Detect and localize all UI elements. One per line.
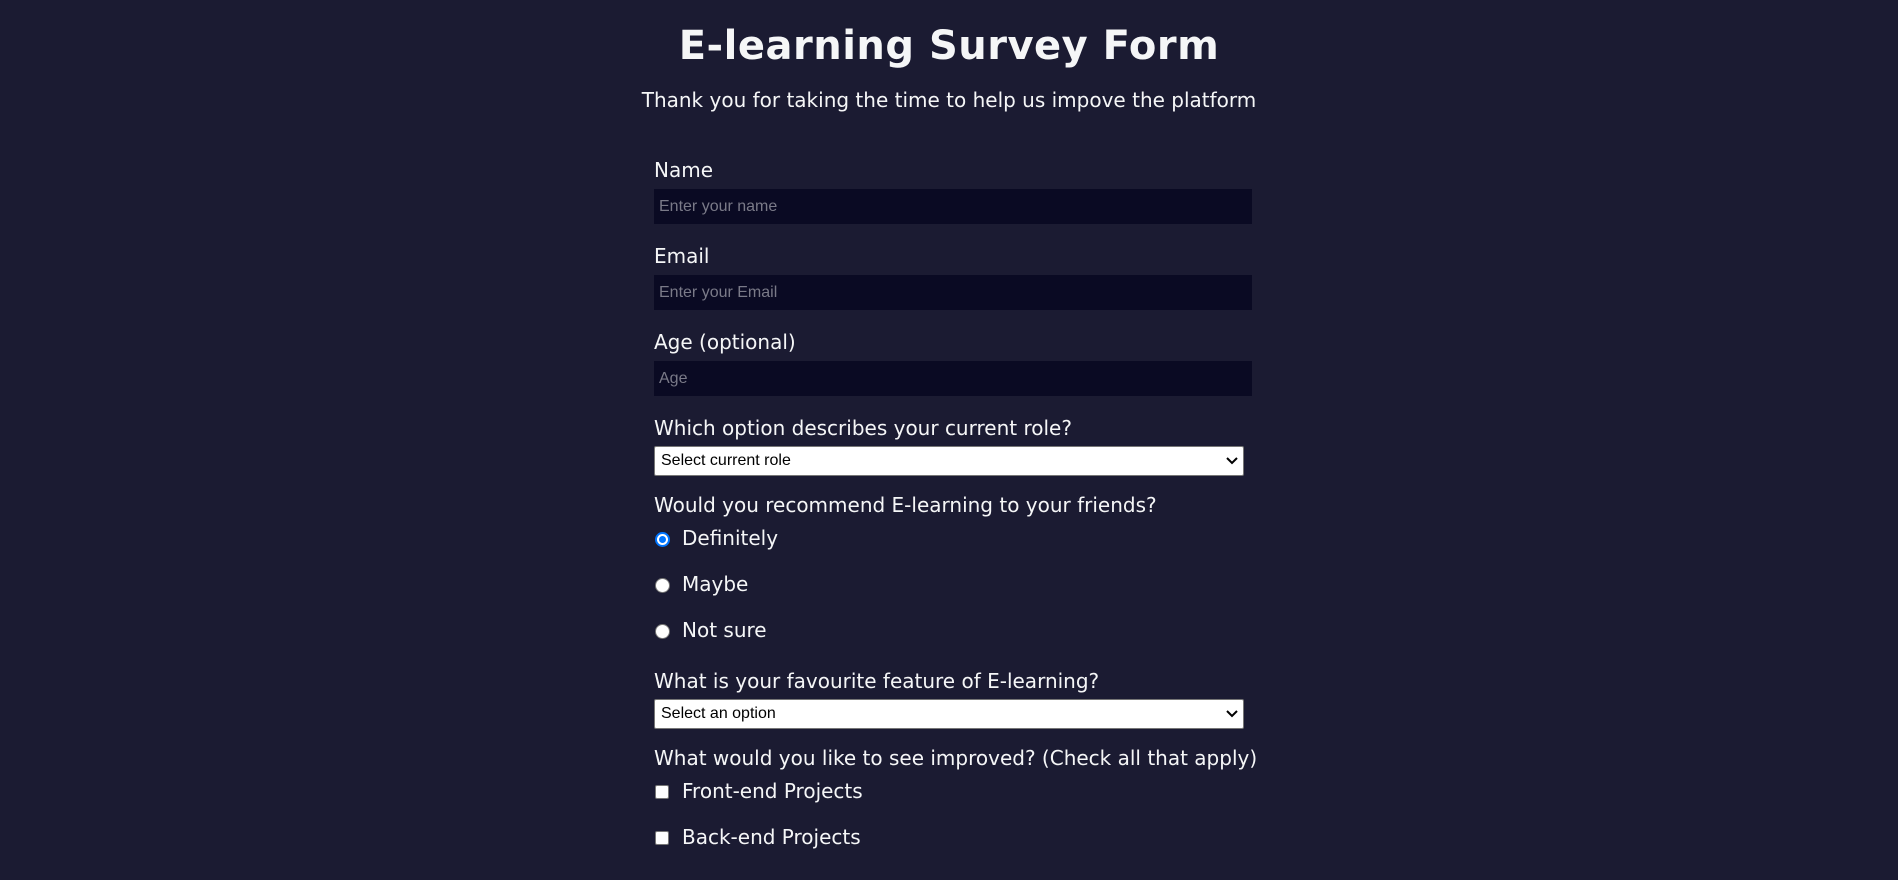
improve-group: What would you like to see improved? (Ch… [654, 743, 1258, 867]
radio-option-maybe[interactable]: Maybe [654, 568, 1254, 614]
age-label: Age (optional) [654, 330, 796, 354]
email-label: Email [654, 244, 710, 268]
checkbox-option-front-end[interactable]: Front-end Projects [654, 775, 1254, 821]
recommend-group: Would you recommend E-learning to your f… [654, 490, 1254, 660]
page-title: E-learning Survey Form [678, 23, 1220, 69]
checkbox[interactable] [655, 785, 669, 799]
radio-option-label: Not sure [682, 618, 767, 642]
feature-select-value: Select an option [654, 699, 1244, 729]
checkbox-option-label: Back-end Projects [682, 825, 861, 849]
feature-group: What is your favourite feature of E-lear… [654, 666, 1254, 729]
role-group: Which option describes your current role… [654, 413, 1254, 476]
checkbox-option-label: Front-end Projects [682, 779, 863, 803]
role-dropdown[interactable]: Select current role [654, 446, 1244, 476]
email-input[interactable] [654, 275, 1252, 310]
name-label: Name [654, 158, 714, 182]
chevron-down-icon [1226, 457, 1238, 465]
feature-dropdown[interactable]: Select an option [654, 699, 1244, 729]
radio-button-checked[interactable] [655, 532, 670, 547]
radio-option-not-sure[interactable]: Not sure [654, 614, 1254, 660]
role-label: Which option describes your current role… [654, 416, 1072, 440]
radio-option-label: Definitely [682, 526, 779, 550]
radio-option-definitely[interactable]: Definitely [654, 522, 1254, 568]
recommend-label: Would you recommend E-learning to your f… [654, 493, 1157, 517]
survey-page: E-learning Survey Form Thank you for tak… [0, 0, 1898, 880]
radio-button[interactable] [655, 578, 670, 593]
age-input[interactable] [654, 361, 1252, 396]
checkbox-option-back-end[interactable]: Back-end Projects [654, 821, 1254, 867]
survey-form: Name Email Age (optional) Which option d… [654, 155, 1258, 880]
improve-label: What would you like to see improved? (Ch… [654, 746, 1258, 770]
age-group: Age (optional) [654, 327, 1254, 396]
feature-label: What is your favourite feature of E-lear… [654, 669, 1100, 693]
radio-option-label: Maybe [682, 572, 749, 596]
role-select-value: Select current role [654, 446, 1244, 476]
checkbox[interactable] [655, 831, 669, 845]
chevron-down-icon [1226, 710, 1238, 718]
name-group: Name [654, 155, 1254, 224]
radio-button[interactable] [655, 624, 670, 639]
email-group: Email [654, 241, 1254, 310]
page-description: Thank you for taking the time to help us… [641, 88, 1257, 112]
name-input[interactable] [654, 189, 1252, 224]
